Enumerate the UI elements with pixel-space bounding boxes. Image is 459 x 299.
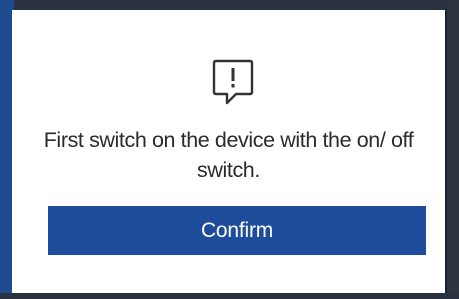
speech-bubble-exclamation-icon [211,58,255,110]
screen-frame-bottom [0,293,459,299]
dialog-message: First switch on the device with the on/ … [43,128,414,182]
screen-frame-top [0,0,459,10]
alert-dialog: First switch on the device with the on/ … [12,10,445,293]
screen-frame-right [447,0,459,299]
confirm-button[interactable]: Confirm [48,206,426,255]
